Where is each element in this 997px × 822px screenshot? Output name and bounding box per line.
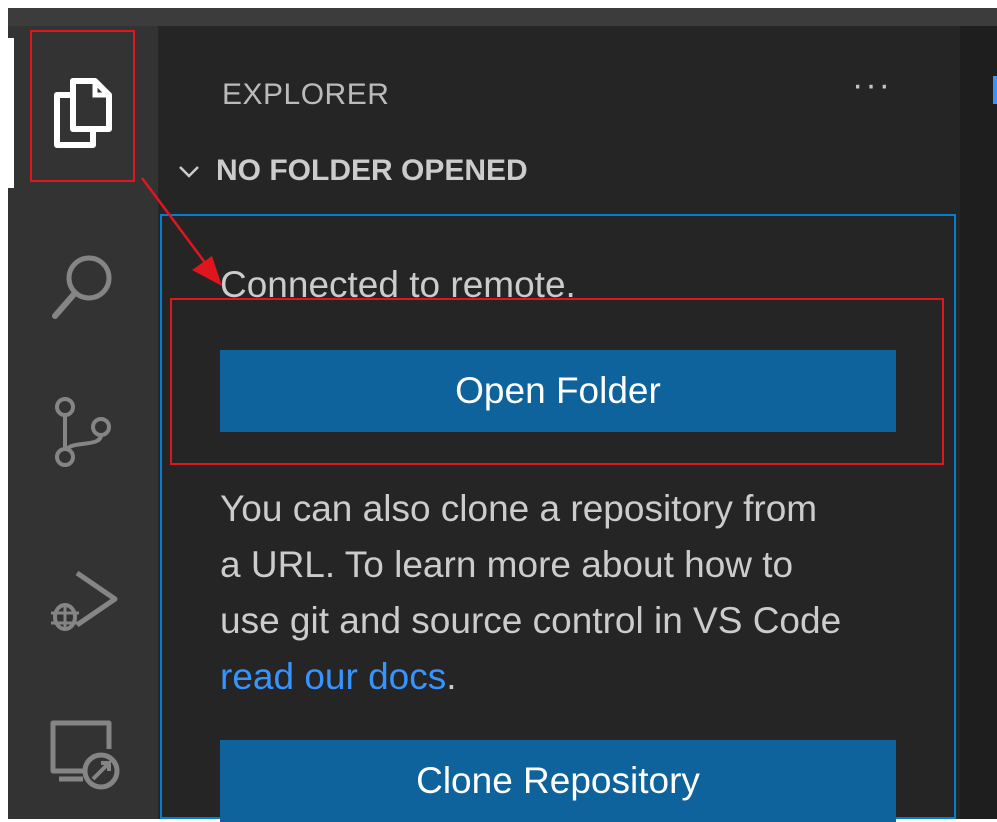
help-line: You can also clone a repository from — [220, 488, 818, 529]
activity-search[interactable] — [8, 231, 158, 341]
activity-explorer[interactable] — [8, 58, 158, 168]
source-control-icon — [55, 397, 111, 467]
section-header-no-folder[interactable]: NO FOLDER OPENED — [176, 154, 528, 188]
clone-help-text: You can also clone a repository from a U… — [220, 481, 920, 705]
remote-explorer-icon — [50, 720, 120, 790]
help-line: a URL. To learn more about how to — [220, 544, 794, 585]
help-line: use git and source control in VS Code — [220, 600, 842, 641]
search-icon — [52, 255, 112, 319]
editor-indicator — [993, 76, 997, 104]
activity-run-debug[interactable] — [8, 544, 158, 654]
clone-repository-button[interactable]: Clone Repository — [220, 740, 896, 822]
open-folder-button[interactable]: Open Folder — [220, 350, 896, 432]
section-title: NO FOLDER OPENED — [216, 154, 528, 187]
activity-source-control[interactable] — [8, 376, 158, 486]
sidebar-title: EXPLORER — [222, 78, 390, 111]
more-actions-button[interactable]: ··· — [852, 66, 892, 105]
activity-remote-explorer[interactable] — [8, 698, 158, 808]
editor-area — [960, 26, 997, 819]
welcome-message: Connected to remote. — [220, 264, 576, 305]
sidebar: EXPLORER ··· NO FOLDER OPENED Connected … — [158, 26, 960, 822]
read-docs-link[interactable]: read our docs — [220, 656, 446, 697]
title-bar-strip — [8, 8, 997, 26]
vscode-window: EXPLORER ··· NO FOLDER OPENED Connected … — [8, 8, 997, 822]
run-debug-icon — [51, 570, 118, 631]
help-line-docs: read our docs. — [220, 649, 920, 705]
files-icon — [54, 78, 112, 148]
docs-suffix: . — [446, 656, 457, 697]
chevron-down-icon — [179, 166, 199, 178]
activity-bar — [8, 26, 158, 819]
